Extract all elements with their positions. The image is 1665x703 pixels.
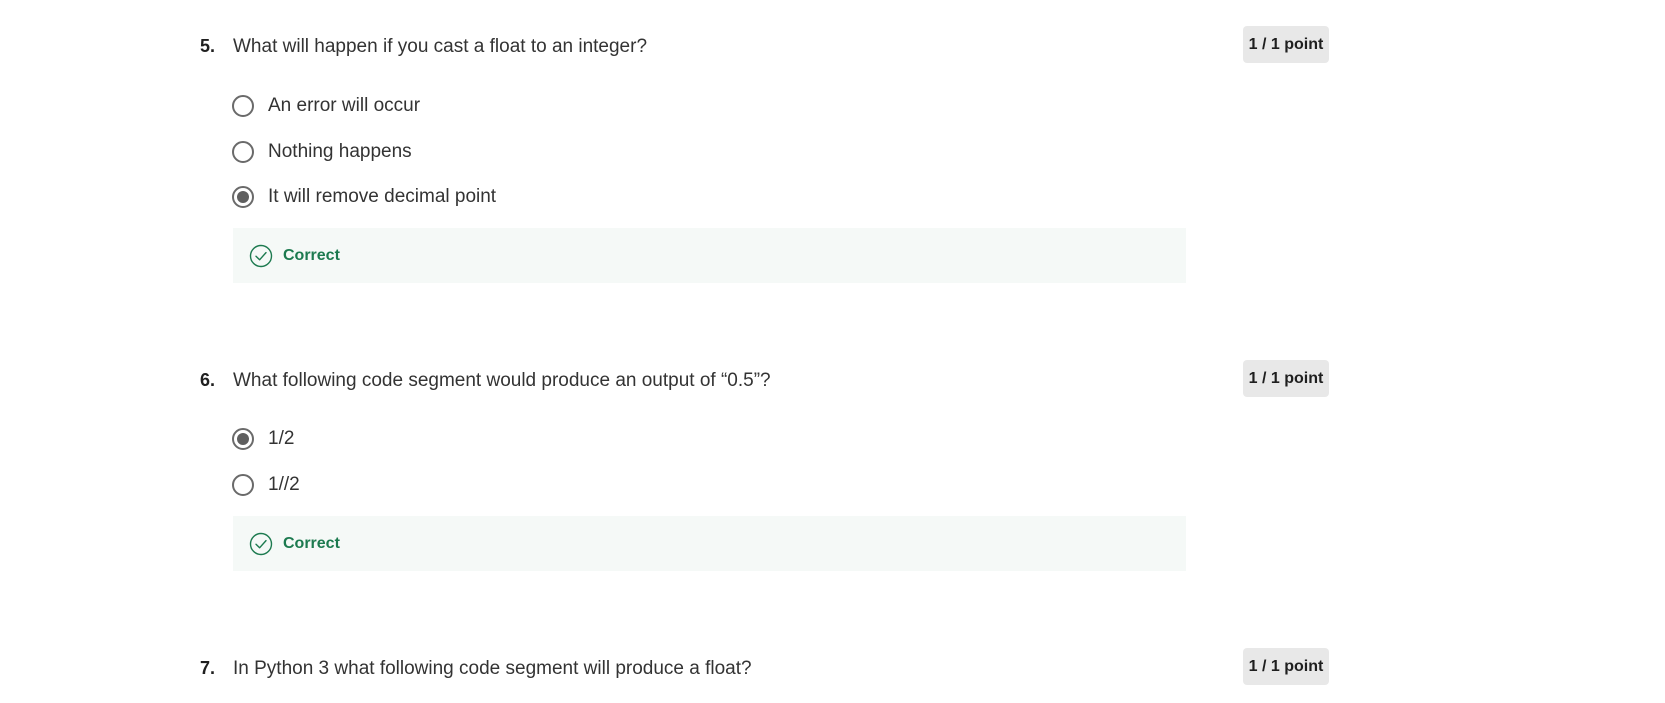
question-text: What will happen if you cast a float to … [233, 36, 648, 57]
radio-button-selected[interactable] [232, 186, 254, 208]
option-1-slash-2[interactable]: 1/2 [232, 425, 294, 453]
feedback-correct: Correct [233, 516, 1186, 571]
option-label: 1//2 [268, 474, 300, 495]
check-circle-icon [249, 244, 273, 267]
option-nothing-happens[interactable]: Nothing happens [232, 138, 412, 166]
question-text: What following code segment would produc… [233, 370, 771, 391]
points-badge: 1 / 1 point [1243, 26, 1329, 63]
points-badge: 1 / 1 point [1243, 648, 1329, 685]
option-label: An error will occur [268, 95, 421, 116]
feedback-label: Correct [283, 534, 340, 552]
question-text: In Python 3 what following code segment … [233, 658, 752, 679]
radio-button[interactable] [232, 141, 254, 163]
option-1-double-slash-2[interactable]: 1//2 [232, 471, 300, 499]
question-number: 5. [200, 36, 216, 56]
points-badge: 1 / 1 point [1243, 360, 1329, 397]
radio-button[interactable] [232, 474, 254, 496]
feedback-label: Correct [283, 246, 340, 264]
option-label: It will remove decimal point [268, 186, 497, 207]
option-remove-decimal-point[interactable]: It will remove decimal point [232, 183, 496, 211]
question-number: 6. [200, 370, 216, 390]
question-number: 7. [200, 658, 216, 678]
radio-button-selected[interactable] [232, 428, 254, 450]
radio-button[interactable] [232, 95, 254, 117]
option-label: 1/2 [268, 428, 295, 449]
check-circle-icon [249, 532, 273, 555]
feedback-correct: Correct [233, 228, 1186, 283]
option-error-will-occur[interactable]: An error will occur [232, 92, 420, 120]
option-label: Nothing happens [268, 141, 412, 162]
